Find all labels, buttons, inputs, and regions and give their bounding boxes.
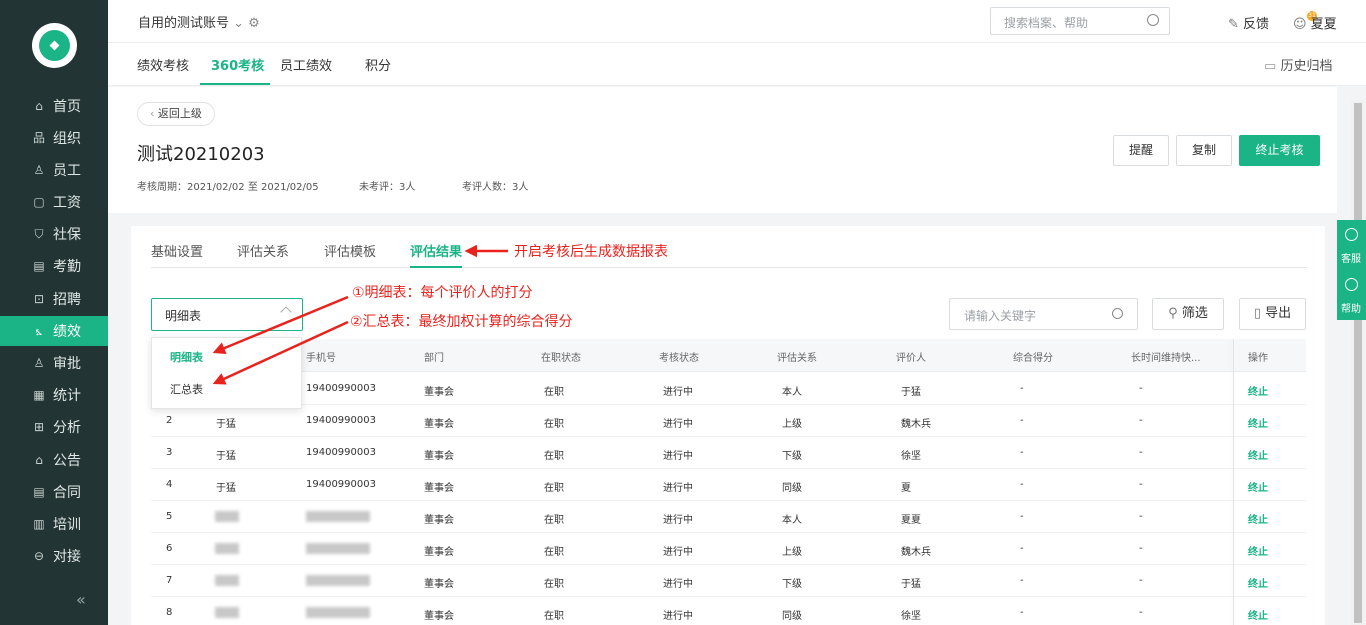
annotation-detail-note: ①明细表：每个评价人的打分 — [352, 285, 533, 301]
arrow-to-summary — [212, 320, 349, 385]
annotation-arrows — [212, 244, 508, 385]
annotation-summary-note: ②汇总表：最终加权计算的综合得分 — [350, 314, 573, 330]
arrow-to-detail — [212, 295, 349, 354]
annotation-report-note: 开启考核后生成数据报表 — [514, 244, 668, 260]
